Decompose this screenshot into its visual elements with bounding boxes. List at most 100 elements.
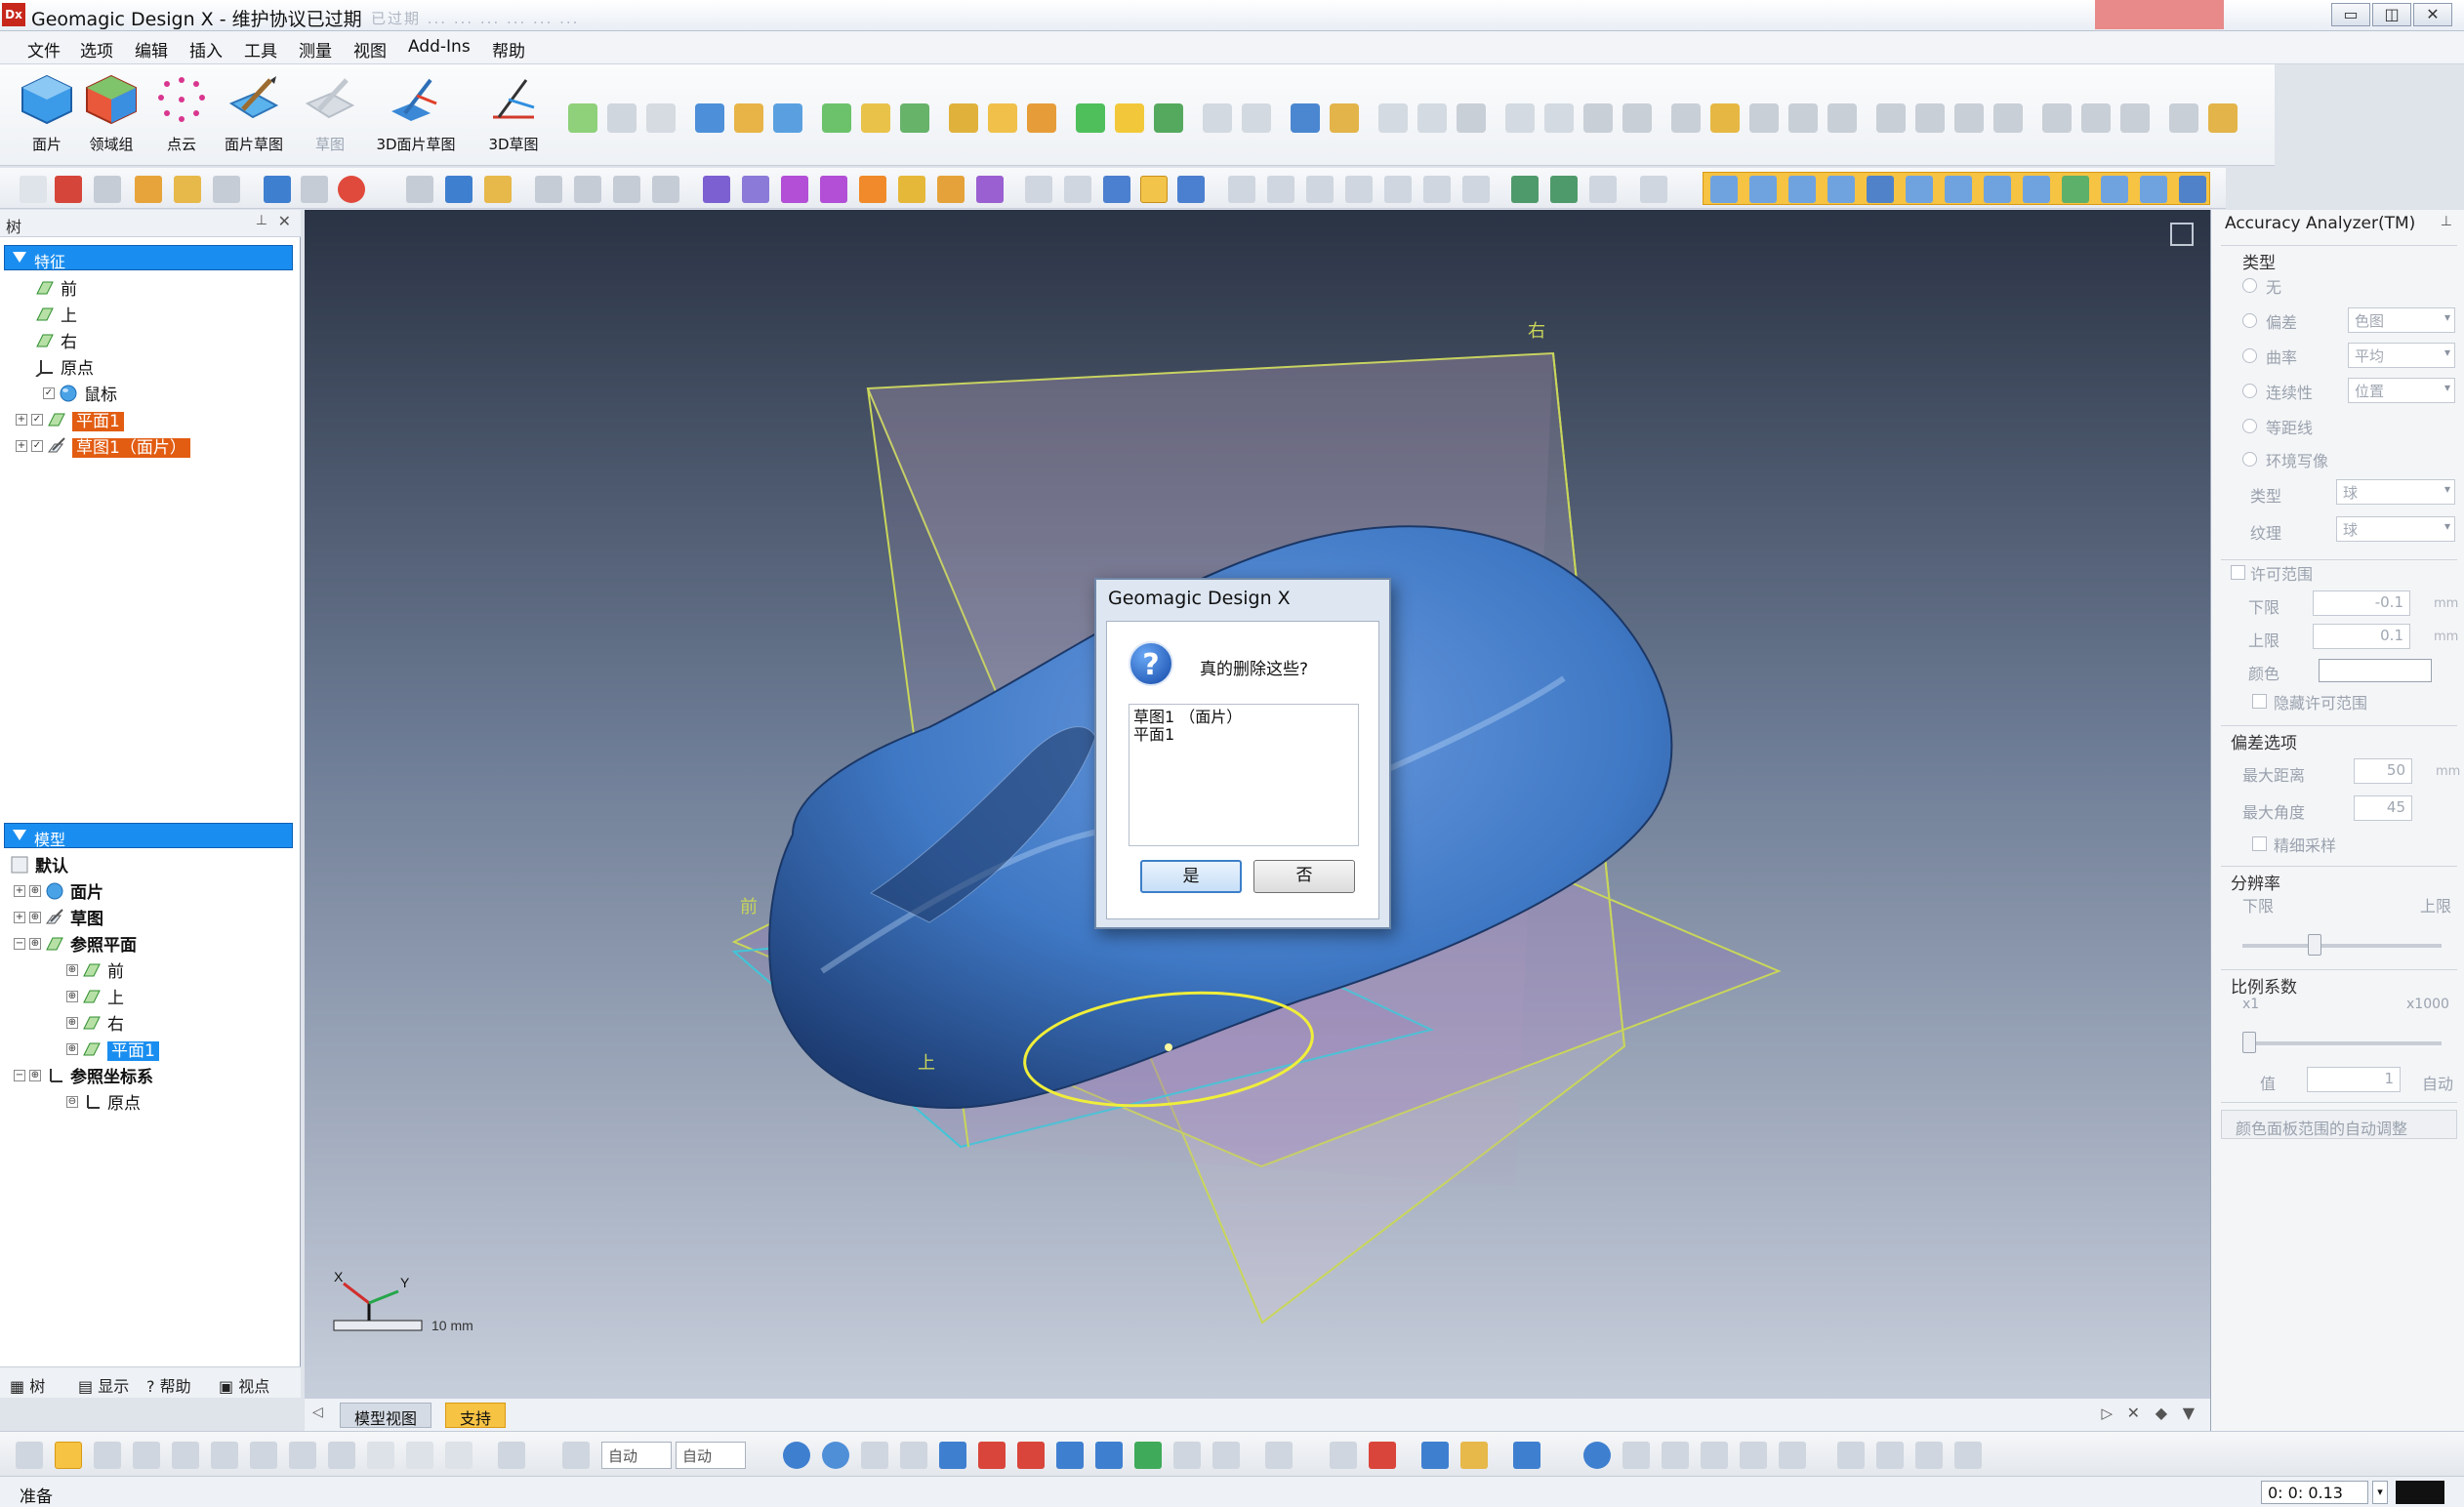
point-cloud-button[interactable]: 点云	[141, 74, 223, 162]
resolution-slider-thumb[interactable]	[2307, 934, 2321, 956]
tab-menu-icon[interactable]: ▼	[2183, 1404, 2195, 1422]
globe-2-icon[interactable]	[822, 1442, 849, 1469]
iso-view-icon[interactable]	[1228, 176, 1255, 203]
expand-toggle[interactable]: +	[14, 884, 25, 897]
visibility-checkbox[interactable]: ✓	[31, 413, 43, 426]
extend-select-icon[interactable]	[250, 1442, 277, 1469]
loft-icon[interactable]	[822, 103, 851, 133]
close-panel-icon[interactable]: ✕	[278, 212, 291, 230]
tab-model-view[interactable]: 模型视图	[340, 1403, 432, 1428]
symmetry-icon[interactable]	[2042, 103, 2072, 133]
rectangle-select-icon[interactable]	[55, 1442, 82, 1469]
lower-limit-input[interactable]: -0.1	[2313, 591, 2410, 616]
scale-factor-slider-track[interactable]	[2242, 1041, 2442, 1045]
tree-item-origin[interactable]: 原点	[35, 354, 94, 380]
display-mode-4-icon[interactable]	[1827, 176, 1855, 203]
grid-blue-2-icon[interactable]	[1513, 1442, 1540, 1469]
save-icon[interactable]	[94, 176, 121, 203]
display-mode-9-icon[interactable]	[2023, 176, 2050, 203]
shell-icon[interactable]	[988, 103, 1017, 133]
auto-label[interactable]: 自动	[2422, 1071, 2453, 1094]
paste-icon[interactable]	[1242, 103, 1271, 133]
curvature-mode-select[interactable]: 平均	[2348, 343, 2455, 368]
menu-tools[interactable]: 工具	[244, 37, 277, 61]
menu-help[interactable]: 帮助	[492, 37, 525, 61]
folder-icon[interactable]	[174, 176, 201, 203]
type-curvature-radio[interactable]	[2242, 348, 2257, 363]
thicken-icon[interactable]	[1749, 103, 1779, 133]
expand-toggle[interactable]: +	[14, 911, 25, 923]
upper-limit-input[interactable]: 0.1	[2313, 624, 2410, 649]
iso-view-4-icon[interactable]	[1345, 176, 1373, 203]
select-arrow-icon[interactable]	[16, 1442, 43, 1469]
sphere-icon[interactable]	[1583, 1442, 1611, 1469]
sub-type-select[interactable]: 球	[2336, 479, 2455, 505]
tree-item-ref-coord-systems[interactable]: − ⊕ 参照坐标系	[14, 1063, 153, 1088]
value-input[interactable]: 1	[2307, 1067, 2401, 1092]
visibility-toggle[interactable]: ⊕	[29, 937, 41, 950]
polyline-select-icon[interactable]	[133, 1442, 160, 1469]
type-environment-radio[interactable]	[2242, 452, 2257, 467]
display-mode-1-icon[interactable]	[1710, 176, 1738, 203]
redo-icon[interactable]	[301, 176, 328, 203]
filter-select-icon[interactable]	[445, 1442, 472, 1469]
visibility-toggle[interactable]: ⊕	[66, 990, 78, 1002]
mirror-icon[interactable]	[1544, 103, 1574, 133]
coordinate-icon[interactable]	[1640, 176, 1667, 203]
new-icon[interactable]	[20, 176, 47, 203]
split-icon[interactable]	[1788, 103, 1818, 133]
copy-select-icon[interactable]	[367, 1442, 394, 1469]
max-angle-input[interactable]: 45	[2354, 795, 2412, 821]
transform-icon[interactable]	[2169, 103, 2198, 133]
scroll-left-icon[interactable]: ◁	[312, 1405, 323, 1420]
expand-toggle[interactable]: +	[16, 413, 27, 426]
tree-item-ref-origin[interactable]: ⊖ 原点	[66, 1089, 141, 1115]
surface-tool-icon[interactable]	[1671, 103, 1701, 133]
model-section-header[interactable]: 模型	[4, 823, 293, 849]
menu-edit[interactable]: 编辑	[135, 37, 168, 61]
display-mode-13-icon[interactable]	[2179, 176, 2206, 203]
restore-button[interactable]: ◫	[2372, 3, 2411, 26]
grid-red-icon[interactable]	[1369, 1442, 1396, 1469]
star-view-icon[interactable]	[859, 176, 886, 203]
tree-item-ref-right[interactable]: ⊕ 右	[66, 1010, 124, 1036]
tree-item-ref-planes[interactable]: − ⊕ 参照平面	[14, 931, 137, 957]
network-3-icon[interactable]	[1915, 1442, 1943, 1469]
menu-options[interactable]: 选项	[80, 37, 113, 61]
type-deviation-radio[interactable]	[2242, 313, 2257, 328]
continuity-mode-select[interactable]: 位置	[2348, 378, 2455, 403]
display-mode-6-icon[interactable]	[1906, 176, 1933, 203]
tab-display[interactable]: ▤ 显示	[78, 1373, 129, 1397]
type-continuity-radio[interactable]	[2242, 384, 2257, 398]
iso-view-6-icon[interactable]	[1423, 176, 1451, 203]
snap-mode-2-select[interactable]: 自动	[676, 1442, 746, 1469]
points-icon[interactable]	[1330, 1442, 1357, 1469]
feature-section-header[interactable]: 特征	[4, 245, 293, 271]
display-mode-11-icon[interactable]	[2101, 176, 2128, 203]
terrain-icon[interactable]	[1511, 176, 1539, 203]
pin-icon[interactable]: ⊥	[2441, 214, 2452, 229]
measure-3-icon[interactable]	[1701, 1442, 1728, 1469]
deviation-icon[interactable]	[1827, 103, 1857, 133]
solid-tool-3-icon[interactable]	[1457, 103, 1486, 133]
grid-icon[interactable]	[2081, 103, 2111, 133]
menu-file[interactable]: 文件	[27, 37, 61, 61]
axis-icon[interactable]	[1173, 1442, 1201, 1469]
diamond-view-2-icon[interactable]	[820, 176, 847, 203]
tab-pin-icon[interactable]: ◆	[2156, 1404, 2167, 1422]
fine-sampling-checkbox[interactable]	[2252, 836, 2267, 851]
fillet-icon[interactable]	[1027, 103, 1056, 133]
grid-blue-icon[interactable]	[1421, 1442, 1449, 1469]
cube-right-icon[interactable]	[1140, 176, 1168, 203]
cube-red-2-icon[interactable]	[1017, 1442, 1045, 1469]
mesh-sketch-button[interactable]: 面片草图	[213, 74, 295, 162]
diamond-view-3-icon[interactable]	[898, 176, 925, 203]
visibility-toggle[interactable]: ⊖	[66, 1095, 78, 1108]
combine-icon[interactable]	[1954, 103, 1984, 133]
triangle-icon[interactable]	[1589, 176, 1617, 203]
globe-icon[interactable]	[783, 1442, 810, 1469]
menu-measure[interactable]: 测量	[299, 37, 332, 61]
open-folder-icon[interactable]	[135, 176, 162, 203]
patch-icon[interactable]	[1710, 103, 1740, 133]
cube-top-icon[interactable]	[1177, 176, 1205, 203]
